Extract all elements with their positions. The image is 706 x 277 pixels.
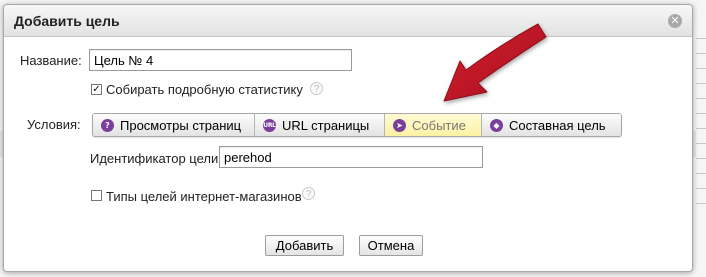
condition-tabs: ? Просмотры страниц URL URL страницы ➤ С… bbox=[92, 113, 622, 137]
close-icon[interactable]: ✕ bbox=[668, 14, 682, 28]
help-icon[interactable]: ? bbox=[310, 82, 323, 95]
tab-label: URL страницы bbox=[282, 117, 370, 133]
pageviews-icon: ? bbox=[101, 118, 114, 132]
shop-goals-label: Типы целей интернет-магазинов bbox=[106, 189, 302, 204]
help-icon[interactable]: ? bbox=[302, 187, 315, 200]
composite-icon: ◆ bbox=[490, 118, 503, 132]
name-label: Название: bbox=[20, 53, 82, 68]
tab-label: Просмотры страниц bbox=[120, 117, 242, 133]
goal-name-input[interactable] bbox=[89, 49, 352, 71]
goal-id-label: Идентификатор цели: bbox=[90, 151, 222, 166]
conditions-label: Условия: bbox=[27, 117, 81, 132]
background-scroll-edge bbox=[696, 24, 706, 214]
tab-label: Событие bbox=[412, 117, 466, 133]
dialog-titlebar: Добавить цель ✕ bbox=[4, 5, 692, 37]
url-icon: URL bbox=[263, 118, 276, 132]
event-icon: ➤ bbox=[393, 118, 406, 132]
add-goal-dialog: Добавить цель ✕ Название: ✓ Собирать под… bbox=[3, 4, 693, 272]
shop-goals-checkbox[interactable] bbox=[91, 190, 102, 201]
cancel-button[interactable]: Отмена bbox=[359, 235, 423, 256]
dialog-title: Добавить цель bbox=[14, 13, 120, 29]
tab-label: Составная цель bbox=[509, 117, 606, 133]
tab-event[interactable]: ➤ Событие bbox=[385, 114, 482, 136]
goal-id-input[interactable] bbox=[219, 146, 483, 168]
add-button[interactable]: Добавить bbox=[265, 235, 344, 256]
detailed-stats-label: Собирать подробную статистику bbox=[106, 82, 303, 97]
tab-pageviews[interactable]: ? Просмотры страниц bbox=[93, 114, 255, 136]
tab-composite[interactable]: ◆ Составная цель bbox=[482, 114, 621, 136]
detailed-stats-checkbox[interactable]: ✓ bbox=[91, 84, 102, 95]
tab-url[interactable]: URL URL страницы bbox=[255, 114, 385, 136]
